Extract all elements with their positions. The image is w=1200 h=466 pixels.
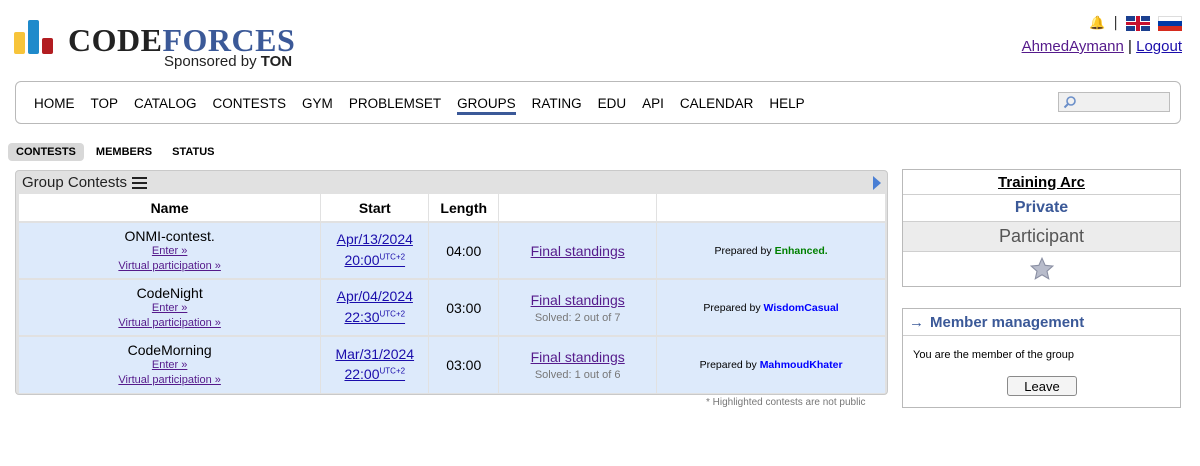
logo-wordmark: CODEFORCES — [68, 22, 296, 58]
column-header-start: Start — [320, 194, 430, 222]
table-row: CodeNight Enter » Virtual participation … — [19, 278, 886, 336]
menu-item-contests[interactable]: CONTESTS — [213, 96, 287, 115]
contest-name: CodeNight — [136, 284, 203, 301]
enter-link[interactable]: Enter » — [19, 244, 320, 259]
enter-link[interactable]: Enter » — [19, 358, 320, 373]
virtual-participation-link[interactable]: Virtual participation » — [19, 259, 320, 274]
column-header-length: Length — [428, 194, 500, 222]
main-menu: HOME TOP CATALOG CONTESTS GYM PROBLEMSET… — [15, 81, 1181, 124]
membership-status: You are the member of the group — [913, 349, 1075, 361]
contest-length: 03:00 — [428, 335, 500, 393]
final-standings-link[interactable]: Final standings — [499, 349, 656, 365]
member-management-title: Member management — [930, 313, 1085, 331]
menu-item-help[interactable]: HELP — [769, 96, 804, 115]
group-title-link[interactable]: Training Arc — [903, 170, 1180, 195]
contest-name: CodeMorning — [127, 342, 212, 358]
prepared-by: Prepared by MahmoudKhater — [656, 335, 886, 393]
group-visibility: Private — [903, 195, 1180, 222]
final-standings-link[interactable]: Final standings — [499, 243, 656, 259]
group-subtabs: CONTESTS MEMBERS STATUS — [8, 143, 223, 161]
start-time-link[interactable]: Apr/04/2024 22:30UTC+2 — [337, 288, 413, 325]
table-row: ONMI-contest. Enter » Virtual participat… — [19, 221, 886, 279]
tab-members[interactable]: MEMBERS — [88, 143, 160, 161]
panel-title: Group Contests — [22, 174, 128, 191]
final-standings-link[interactable]: Final standings — [499, 292, 656, 308]
solved-count: Solved: 2 out of 7 — [534, 311, 621, 324]
tab-contests[interactable]: CONTESTS — [8, 143, 84, 161]
list-icon[interactable] — [132, 176, 148, 189]
logout-link[interactable]: Logout — [1136, 38, 1182, 55]
menu-item-calendar[interactable]: CALENDAR — [680, 96, 754, 115]
member-management-box: → Member management You are the member o… — [902, 308, 1181, 408]
menu-item-edu[interactable]: EDU — [598, 96, 627, 115]
start-time-link[interactable]: Apr/13/2024 20:00UTC+2 — [337, 231, 413, 268]
username-link[interactable]: AhmedAymann — [1022, 38, 1124, 55]
contest-name: ONMI-contest. — [124, 227, 215, 244]
russian-flag-icon[interactable] — [1158, 15, 1182, 31]
search-input[interactable] — [1058, 92, 1170, 112]
contest-length: 04:00 — [428, 221, 500, 279]
bell-icon[interactable]: 🔔 — [1089, 16, 1105, 31]
menu-item-catalog[interactable]: CATALOG — [134, 96, 197, 115]
codeforces-logo[interactable]: CODEFORCES Sponsored by TON — [14, 18, 304, 70]
group-info-box: Training Arc Private Participant — [902, 169, 1181, 287]
group-role: Participant — [903, 222, 1180, 252]
author-link[interactable]: MahmoudKhater — [760, 359, 843, 371]
logo-bars-icon — [14, 18, 58, 54]
column-header-standings — [498, 194, 658, 222]
star-icon[interactable] — [1029, 256, 1055, 282]
menu-item-top[interactable]: TOP — [91, 96, 119, 115]
menu-item-problemset[interactable]: PROBLEMSET — [349, 96, 441, 115]
contest-length: 03:00 — [428, 278, 500, 336]
menu-item-api[interactable]: API — [642, 96, 664, 115]
start-time-link[interactable]: Mar/31/2024 22:00UTC+2 — [335, 346, 414, 383]
author-link[interactable]: Enhanced. — [775, 245, 828, 257]
prepared-by: Prepared by Enhanced. — [656, 221, 886, 279]
play-icon[interactable] — [873, 176, 881, 190]
column-header-name: Name — [19, 194, 322, 222]
menu-item-rating[interactable]: RATING — [532, 96, 582, 115]
menu-item-groups[interactable]: GROUPS — [457, 96, 516, 115]
footnote: * Highlighted contests are not public — [706, 397, 866, 408]
search-icon — [1063, 96, 1076, 109]
column-header-author — [656, 194, 886, 222]
tab-status[interactable]: STATUS — [164, 143, 222, 161]
group-contests-panel: Group Contests Name Start Length ONMI-co… — [15, 170, 888, 395]
virtual-participation-link[interactable]: Virtual participation » — [19, 373, 320, 388]
author-link[interactable]: WisdomCasual — [764, 302, 839, 314]
sponsor-line: Sponsored by TON — [164, 53, 293, 70]
arrow-right-icon: → — [909, 313, 924, 331]
user-area: 🔔 | AhmedAymann | Logout — [1021, 15, 1182, 55]
menu-item-gym[interactable]: GYM — [302, 96, 333, 115]
leave-button[interactable]: Leave — [1007, 376, 1077, 396]
virtual-participation-link[interactable]: Virtual participation » — [19, 316, 320, 331]
prepared-by: Prepared by WisdomCasual — [656, 278, 886, 336]
menu-item-home[interactable]: HOME — [34, 96, 75, 115]
table-row: CodeMorning Enter » Virtual participatio… — [19, 335, 886, 393]
enter-link[interactable]: Enter » — [19, 301, 320, 316]
solved-count: Solved: 1 out of 6 — [534, 369, 621, 381]
contests-table: Name Start Length ONMI-contest. Enter » … — [19, 194, 886, 393]
english-flag-icon[interactable] — [1126, 15, 1150, 31]
